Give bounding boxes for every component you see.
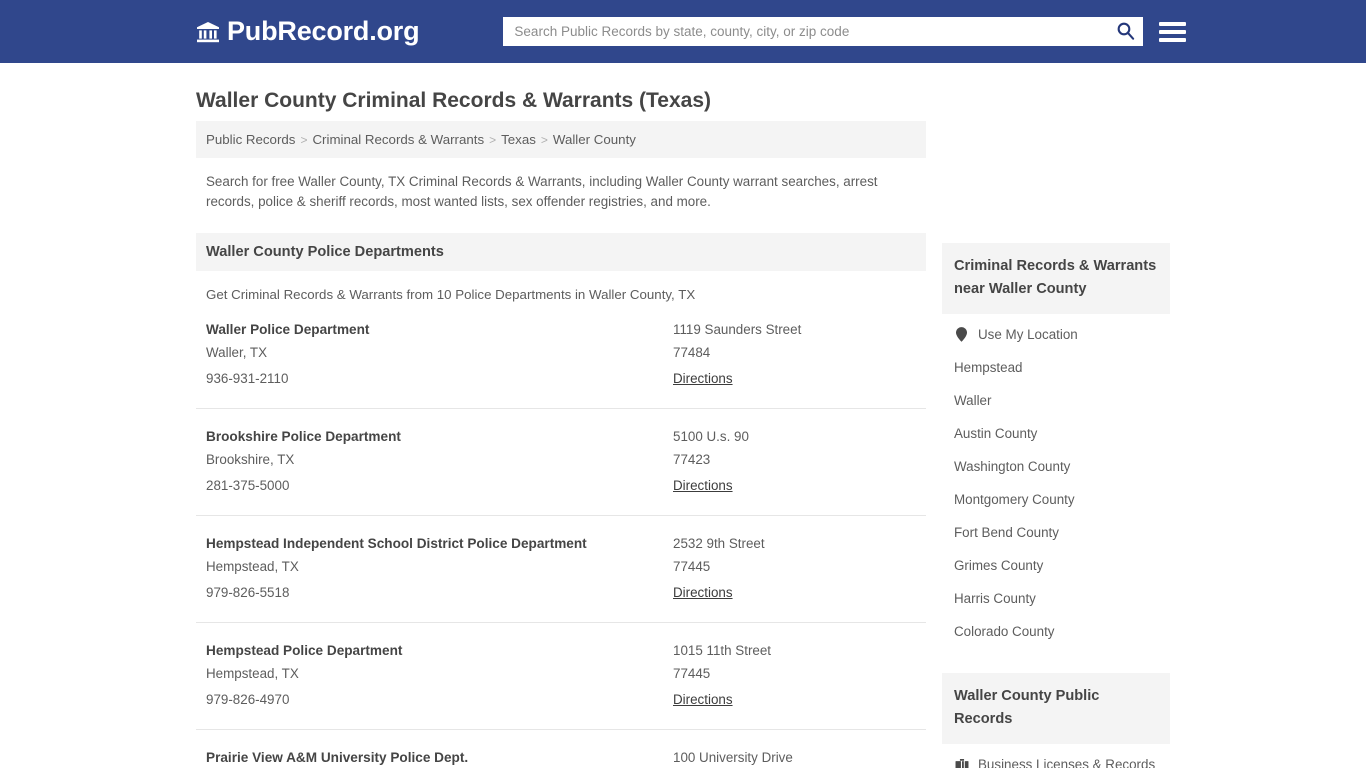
bank-building-icon	[196, 20, 220, 44]
breadcrumb-item-public-records[interactable]: Public Records	[206, 132, 295, 147]
sidebar-item-montgomery-county[interactable]: Montgomery County	[942, 483, 1170, 516]
listing-right: 1119 Saunders Street 77484 Directions	[673, 319, 916, 392]
directions-link[interactable]: Directions	[673, 580, 733, 606]
listing-row: Waller Police Department Waller, TX 936-…	[196, 302, 926, 409]
sidebar: Criminal Records & Warrants near Waller …	[942, 121, 1170, 768]
listing-left: Waller Police Department Waller, TX 936-…	[206, 319, 673, 392]
breadcrumb: Public Records > Criminal Records & Warr…	[196, 121, 926, 158]
sidebar-item-label: Business Licenses & Records	[978, 757, 1156, 768]
listing-left: Prairie View A&M University Police Dept.…	[206, 747, 673, 768]
directions-link[interactable]: Directions	[673, 473, 733, 499]
listing-zip: 77445	[673, 666, 711, 681]
listing-zip: 77423	[673, 452, 711, 467]
listing-right: 100 University Drive 77446 Directions	[673, 747, 916, 768]
listing-row: Prairie View A&M University Police Dept.…	[196, 730, 926, 768]
search-box	[503, 17, 1144, 46]
listing-phone: 979-826-5518	[206, 585, 290, 600]
listing-name: Prairie View A&M University Police Dept.	[206, 750, 469, 765]
search-icon	[1116, 21, 1135, 43]
site-logo-text: PubRecord.org	[227, 16, 420, 46]
sidebar-item-use-my-location[interactable]: Use My Location	[942, 318, 1170, 351]
listing-phone: 936-931-2110	[206, 371, 289, 386]
breadcrumb-separator: >	[489, 132, 497, 147]
listing-zip: 77445	[673, 559, 711, 574]
hamburger-menu-icon[interactable]	[1159, 21, 1187, 42]
sidebar-item-label: Hempstead	[954, 360, 1023, 375]
sidebar-public-records-list: Business Licenses & Records Court	[942, 744, 1170, 768]
listing-address: 100 University Drive	[673, 750, 793, 765]
sidebar-item-business-licenses[interactable]: Business Licenses & Records	[942, 748, 1170, 768]
listing-city: Brookshire, TX	[206, 452, 295, 467]
listing-address: 5100 U.s. 90	[673, 429, 749, 444]
briefcase-icon	[954, 757, 969, 768]
listing-address: 1119 Saunders Street	[673, 322, 802, 337]
listing-city: Hempstead, TX	[206, 559, 299, 574]
directions-link[interactable]: Directions	[673, 687, 733, 713]
sidebar-item-grimes-county[interactable]: Grimes County	[942, 549, 1170, 582]
site-header: PubRecord.org	[0, 0, 1366, 63]
sidebar-item-label: Fort Bend County	[954, 525, 1059, 540]
sidebar-item-label: Colorado County	[954, 624, 1055, 639]
section-subtitle: Get Criminal Records & Warrants from 10 …	[206, 287, 696, 302]
sidebar-item-harris-county[interactable]: Harris County	[942, 582, 1170, 615]
listing-right: 2532 9th Street 77445 Directions	[673, 533, 916, 606]
listing-row: Hempstead Police Department Hempstead, T…	[196, 623, 926, 730]
section-title: Waller County Police Departments	[196, 233, 926, 271]
breadcrumb-item-criminal-records[interactable]: Criminal Records & Warrants	[312, 132, 484, 147]
breadcrumb-separator: >	[540, 132, 548, 147]
listing-zip: 77484	[673, 345, 711, 360]
listing-city: Waller, TX	[206, 345, 268, 360]
listing-right: 5100 U.s. 90 77423 Directions	[673, 426, 916, 499]
content-columns: Public Records > Criminal Records & Warr…	[196, 121, 1170, 768]
search-button[interactable]	[1108, 18, 1143, 45]
sidebar-item-label: Austin County	[954, 426, 1038, 441]
listing-name: Hempstead Police Department	[206, 643, 403, 658]
listing-name: Waller Police Department	[206, 322, 370, 337]
listing-phone: 281-375-5000	[206, 478, 290, 493]
listing-address: 2532 9th Street	[673, 536, 765, 551]
main-column: Public Records > Criminal Records & Warr…	[196, 121, 926, 768]
search-input[interactable]	[504, 18, 1109, 45]
listing-city: Hempstead, TX	[206, 666, 299, 681]
sidebar-item-waller[interactable]: Waller	[942, 384, 1170, 417]
directions-link[interactable]: Directions	[673, 366, 733, 392]
sidebar-item-label: Grimes County	[954, 558, 1044, 573]
breadcrumb-separator: >	[300, 132, 308, 147]
sidebar-item-label: Harris County	[954, 591, 1036, 606]
listing-row: Hempstead Independent School District Po…	[196, 516, 926, 623]
listing-name: Brookshire Police Department	[206, 429, 401, 444]
listing-row: Brookshire Police Department Brookshire,…	[196, 409, 926, 516]
search-area	[503, 17, 1187, 46]
breadcrumb-item-texas[interactable]: Texas	[501, 132, 536, 147]
sidebar-item-colorado-county[interactable]: Colorado County	[942, 615, 1170, 648]
breadcrumb-item-waller-county[interactable]: Waller County	[553, 132, 636, 147]
sidebar-item-label: Waller	[954, 393, 992, 408]
sidebar-item-fort-bend-county[interactable]: Fort Bend County	[942, 516, 1170, 549]
listing-left: Brookshire Police Department Brookshire,…	[206, 426, 673, 499]
listing-address: 1015 11th Street	[673, 643, 772, 658]
sidebar-item-austin-county[interactable]: Austin County	[942, 417, 1170, 450]
sidebar-item-hempstead[interactable]: Hempstead	[942, 351, 1170, 384]
sidebar-item-label: Montgomery County	[954, 492, 1075, 507]
sidebar-item-label: Use My Location	[978, 327, 1078, 342]
intro-paragraph: Search for free Waller County, TX Crimin…	[206, 174, 878, 209]
listing-left: Hempstead Independent School District Po…	[206, 533, 673, 606]
sidebar-public-records-title: Waller County Public Records	[942, 673, 1170, 744]
listing-phone: 979-826-4970	[206, 692, 290, 707]
listing-right: 1015 11th Street 77445 Directions	[673, 640, 916, 713]
listing-name: Hempstead Independent School District Po…	[206, 536, 587, 551]
page-body: Waller County Criminal Records & Warrant…	[0, 63, 1366, 768]
sidebar-item-washington-county[interactable]: Washington County	[942, 450, 1170, 483]
sidebar-item-label: Washington County	[954, 459, 1071, 474]
map-pin-icon	[954, 327, 969, 342]
site-logo-link[interactable]: PubRecord.org	[196, 16, 420, 46]
sidebar-nearby-list: Use My Location Hempstead Waller Austin …	[942, 314, 1170, 648]
page-title: Waller County Criminal Records & Warrant…	[196, 89, 712, 112]
sidebar-nearby-title: Criminal Records & Warrants near Waller …	[942, 243, 1170, 314]
listing-left: Hempstead Police Department Hempstead, T…	[206, 640, 673, 713]
